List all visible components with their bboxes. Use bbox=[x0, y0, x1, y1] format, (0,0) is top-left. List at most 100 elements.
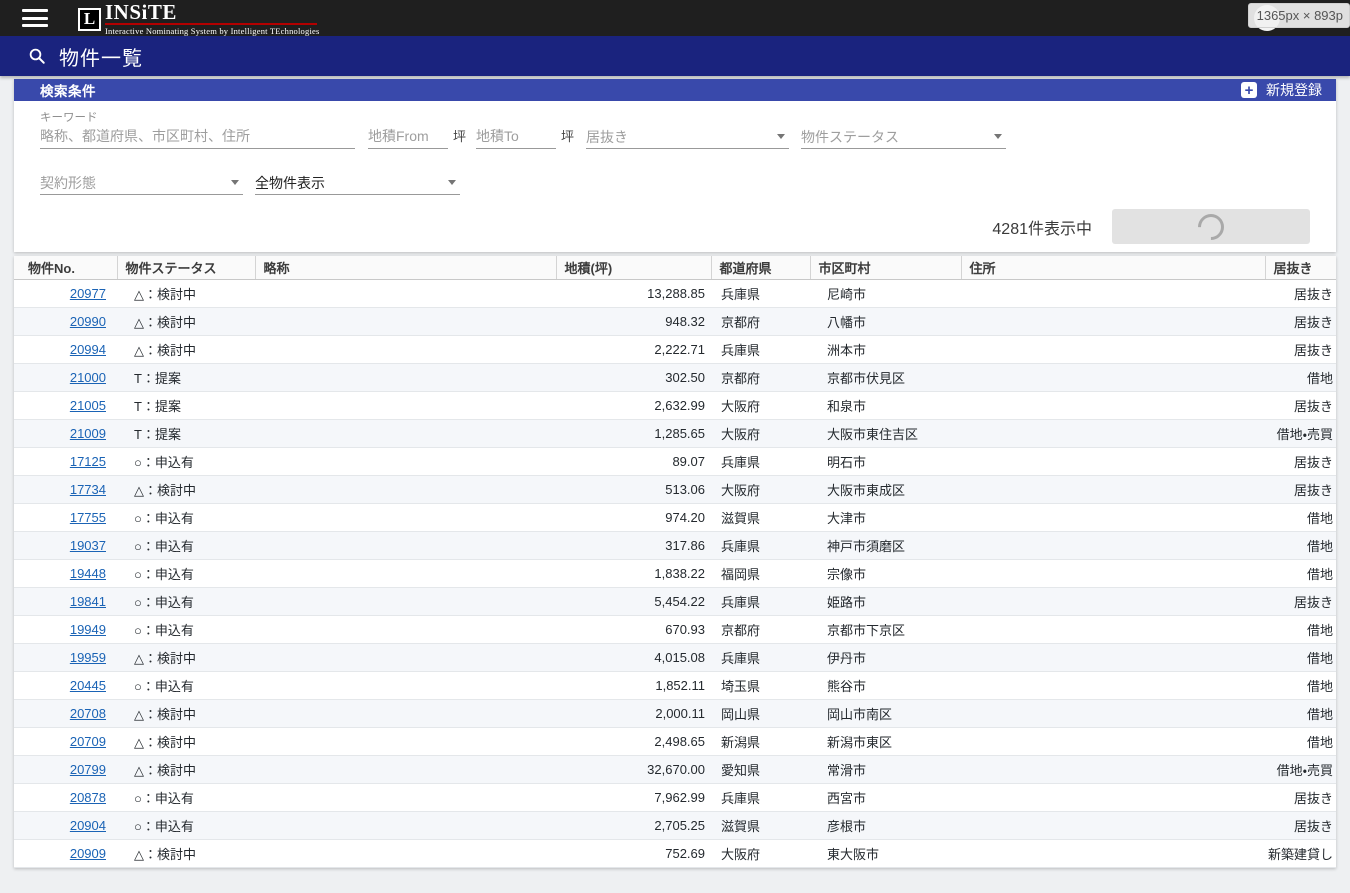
cell-city: 彦根市 bbox=[810, 811, 961, 839]
cell-city: 西宮市 bbox=[810, 783, 961, 811]
cell-city: 京都市伏見区 bbox=[810, 363, 961, 391]
property-link[interactable]: 20799 bbox=[70, 762, 106, 777]
cell-status: △：検討中 bbox=[117, 643, 255, 671]
cell-inuki: 借地 bbox=[1265, 615, 1336, 643]
cell-name bbox=[255, 587, 556, 615]
property-link[interactable]: 21005 bbox=[70, 398, 106, 413]
cell-name bbox=[255, 419, 556, 447]
result-count-row: 4281件表示中 bbox=[40, 209, 1310, 244]
property-link[interactable]: 17125 bbox=[70, 454, 106, 469]
cell-address bbox=[961, 755, 1265, 783]
area-from-input[interactable] bbox=[368, 124, 448, 148]
cell-city: 神戸市須磨区 bbox=[810, 531, 961, 559]
cell-name bbox=[255, 811, 556, 839]
cell-area: 2,498.65 bbox=[556, 727, 711, 755]
keyword-input[interactable] bbox=[40, 124, 355, 148]
cell-name bbox=[255, 671, 556, 699]
property-link[interactable]: 20445 bbox=[70, 678, 106, 693]
cell-city: 宗像市 bbox=[810, 559, 961, 587]
property-link[interactable]: 17755 bbox=[70, 510, 106, 525]
property-status-select[interactable]: 物件ステータス bbox=[801, 125, 1006, 149]
table-row: 17125○：申込有89.07兵庫県明石市居抜き bbox=[14, 447, 1336, 475]
cell-address bbox=[961, 559, 1265, 587]
property-link[interactable]: 21000 bbox=[70, 370, 106, 385]
inuki-select-label: 居抜き bbox=[586, 127, 628, 147]
property-link[interactable]: 20990 bbox=[70, 314, 106, 329]
table-row: 20990△：検討中948.32京都府八幡市居抜き bbox=[14, 307, 1336, 335]
cell-area: 974.20 bbox=[556, 503, 711, 531]
cell-name bbox=[255, 727, 556, 755]
cell-pref: 兵庫県 bbox=[711, 279, 810, 307]
loading-spinner-icon bbox=[1193, 208, 1230, 245]
cell-address bbox=[961, 587, 1265, 615]
cell-name bbox=[255, 391, 556, 419]
cell-address bbox=[961, 699, 1265, 727]
cell-inuki: 借地 bbox=[1265, 727, 1336, 755]
cell-pref: 大阪府 bbox=[711, 391, 810, 419]
menu-icon[interactable] bbox=[22, 9, 48, 27]
table-row: 21009T：提案1,285.65大阪府大阪市東住吉区借地・売買 bbox=[14, 419, 1336, 447]
cell-area: 1,285.65 bbox=[556, 419, 711, 447]
table-row: 20708△：検討中2,000.11岡山県岡山市南区借地 bbox=[14, 699, 1336, 727]
property-link[interactable]: 20708 bbox=[70, 706, 106, 721]
property-link[interactable]: 20909 bbox=[70, 846, 106, 861]
cell-area: 2,000.11 bbox=[556, 699, 711, 727]
result-count-text: 4281件表示中 bbox=[992, 215, 1092, 239]
cell-no: 20994 bbox=[14, 335, 117, 363]
cell-city: 常滑市 bbox=[810, 755, 961, 783]
cell-status: ○：申込有 bbox=[117, 783, 255, 811]
property-table: 物件No.物件ステータス略称地積(坪)都道府県市区町村住所居抜き 20977△：… bbox=[14, 256, 1336, 868]
table-row: 21005T：提案2,632.99大阪府和泉市居抜き bbox=[14, 391, 1336, 419]
property-link[interactable]: 19037 bbox=[70, 538, 106, 553]
cell-area: 2,705.25 bbox=[556, 811, 711, 839]
cell-name bbox=[255, 699, 556, 727]
area-to-input[interactable] bbox=[476, 124, 556, 148]
property-link[interactable]: 19949 bbox=[70, 622, 106, 637]
cell-area: 1,852.11 bbox=[556, 671, 711, 699]
property-link[interactable]: 20878 bbox=[70, 790, 106, 805]
cell-name bbox=[255, 307, 556, 335]
table-row: 20909△：検討中752.69大阪府東大阪市新築建貸し bbox=[14, 839, 1336, 867]
chevron-down-icon bbox=[231, 180, 239, 185]
cell-inuki: 借地 bbox=[1265, 671, 1336, 699]
cell-name bbox=[255, 531, 556, 559]
cell-area: 948.32 bbox=[556, 307, 711, 335]
cell-no: 20977 bbox=[14, 279, 117, 307]
display-mode-select[interactable]: 全物件表示 bbox=[255, 171, 460, 195]
property-link[interactable]: 20977 bbox=[70, 286, 106, 301]
app-logo: L INSiTE Interactive Nominating System b… bbox=[78, 1, 320, 36]
cell-status: ○：申込有 bbox=[117, 587, 255, 615]
cell-pref: 新潟県 bbox=[711, 727, 810, 755]
property-link[interactable]: 20709 bbox=[70, 734, 106, 749]
cell-inuki: 借地・売買 bbox=[1265, 755, 1336, 783]
property-link[interactable]: 19448 bbox=[70, 566, 106, 581]
cell-pref: 京都府 bbox=[711, 307, 810, 335]
cell-no: 20445 bbox=[14, 671, 117, 699]
contract-type-select[interactable]: 契約形態 bbox=[40, 171, 243, 195]
property-link[interactable]: 20904 bbox=[70, 818, 106, 833]
property-link[interactable]: 19959 bbox=[70, 650, 106, 665]
cell-area: 513.06 bbox=[556, 475, 711, 503]
cell-address bbox=[961, 419, 1265, 447]
cell-status: T：提案 bbox=[117, 419, 255, 447]
cell-pref: 兵庫県 bbox=[711, 643, 810, 671]
table-row: 20878○：申込有7,962.99兵庫県西宮市居抜き bbox=[14, 783, 1336, 811]
cell-area: 13,288.85 bbox=[556, 279, 711, 307]
cell-name bbox=[255, 615, 556, 643]
property-link[interactable]: 19841 bbox=[70, 594, 106, 609]
cell-no: 20990 bbox=[14, 307, 117, 335]
cell-area: 752.69 bbox=[556, 839, 711, 867]
table-body: 20977△：検討中13,288.85兵庫県尼崎市居抜き20990△：検討中94… bbox=[14, 279, 1336, 867]
property-link[interactable]: 17734 bbox=[70, 482, 106, 497]
cell-pref: 兵庫県 bbox=[711, 335, 810, 363]
cell-name bbox=[255, 475, 556, 503]
loading-button[interactable] bbox=[1112, 209, 1310, 244]
property-status-select-label: 物件ステータス bbox=[801, 127, 899, 147]
new-registration-button[interactable]: + 新規登録 bbox=[1241, 80, 1322, 100]
inuki-select[interactable]: 居抜き bbox=[586, 125, 789, 149]
cell-inuki: 新築建貸し bbox=[1265, 839, 1336, 867]
property-link[interactable]: 21009 bbox=[70, 426, 106, 441]
cell-status: △：検討中 bbox=[117, 755, 255, 783]
property-link[interactable]: 20994 bbox=[70, 342, 106, 357]
table-row: 17734△：検討中513.06大阪府大阪市東成区居抜き bbox=[14, 475, 1336, 503]
